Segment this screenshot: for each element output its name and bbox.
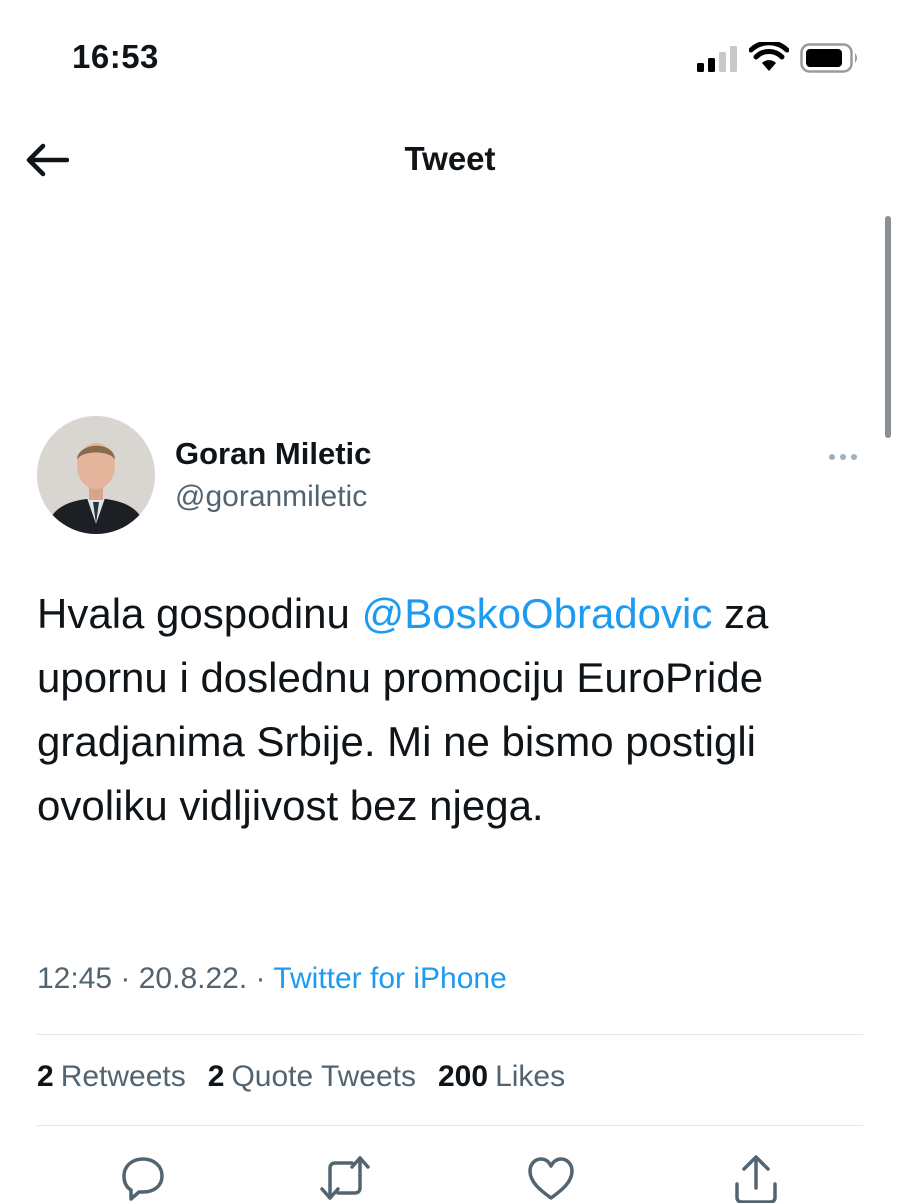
reply-button[interactable] bbox=[116, 1154, 170, 1203]
back-button[interactable] bbox=[22, 138, 72, 182]
action-bar bbox=[0, 1150, 900, 1203]
tweet-stats: 2 Retweets 2 Quote Tweets 200 Likes bbox=[37, 1060, 565, 1094]
divider bbox=[37, 1034, 863, 1035]
share-button[interactable] bbox=[729, 1154, 783, 1203]
likes-label: Likes bbox=[495, 1060, 566, 1093]
wifi-icon bbox=[749, 42, 789, 71]
avatar[interactable] bbox=[37, 416, 155, 534]
dot bbox=[840, 454, 846, 460]
scrollbar[interactable] bbox=[885, 216, 891, 438]
battery-icon bbox=[800, 43, 857, 73]
tweet-meta: 12:45 · 20.8.22. · Twitter for iPhone bbox=[37, 962, 507, 996]
dot bbox=[829, 454, 835, 460]
share-icon bbox=[735, 1155, 777, 1203]
tweet-text: Hvala gospodinu @BoskoObradovic za uporn… bbox=[37, 582, 867, 838]
status-bar: 16:53 bbox=[0, 0, 900, 110]
meta-separator: · bbox=[112, 962, 139, 995]
retweets-label: Retweets bbox=[60, 1060, 186, 1093]
tweet-time: 12:45 bbox=[37, 962, 113, 995]
retweets-stat[interactable]: 2 Retweets bbox=[37, 1060, 186, 1094]
avatar-image bbox=[37, 416, 155, 534]
retweet-icon bbox=[320, 1156, 370, 1200]
likes-count: 200 bbox=[438, 1060, 489, 1093]
author-handle[interactable]: @goranmiletic bbox=[175, 480, 367, 514]
like-icon bbox=[528, 1157, 574, 1200]
status-time: 16:53 bbox=[72, 38, 159, 75]
quote-tweets-label: Quote Tweets bbox=[231, 1060, 416, 1093]
retweet-button[interactable] bbox=[318, 1154, 372, 1203]
tweet-source-link[interactable]: Twitter for iPhone bbox=[273, 962, 506, 995]
divider bbox=[37, 1125, 863, 1126]
signal-icon bbox=[697, 46, 737, 72]
quote-tweets-stat[interactable]: 2 Quote Tweets bbox=[208, 1060, 416, 1094]
page-title: Tweet bbox=[404, 140, 496, 177]
meta-separator: · bbox=[247, 962, 274, 995]
more-options-icon[interactable] bbox=[823, 442, 863, 472]
back-arrow-icon bbox=[26, 143, 69, 177]
like-button[interactable] bbox=[524, 1154, 578, 1203]
author-name[interactable]: Goran Miletic bbox=[175, 436, 371, 472]
dot bbox=[851, 454, 857, 460]
tweet-author: Goran Miletic @goranmiletic bbox=[37, 416, 867, 536]
tweet-text-prefix: Hvala gospodinu bbox=[37, 590, 362, 637]
quote-tweets-count: 2 bbox=[207, 1060, 225, 1093]
likes-stat[interactable]: 200 Likes bbox=[438, 1060, 565, 1094]
mention-link[interactable]: @BoskoObradovic bbox=[362, 590, 713, 637]
retweets-count: 2 bbox=[37, 1060, 54, 1093]
nav-bar: Tweet bbox=[0, 120, 900, 200]
tweet-date: 20.8.22. bbox=[138, 962, 248, 995]
reply-icon bbox=[122, 1157, 164, 1201]
